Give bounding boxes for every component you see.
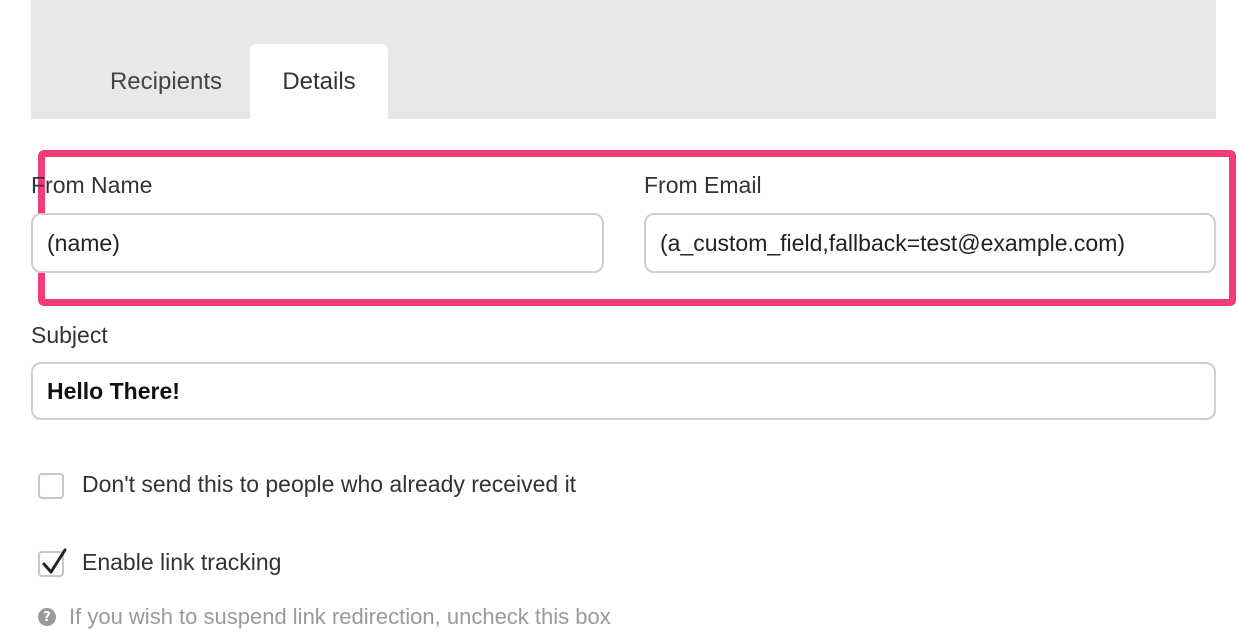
checkmark-icon	[42, 548, 67, 574]
info-icon: ?	[38, 608, 56, 626]
from-name-label: From Name	[31, 172, 153, 198]
from-name-input[interactable]: (name)	[31, 213, 604, 273]
from-email-input[interactable]: (a_custom_field,fallback=test@example.co…	[644, 213, 1216, 273]
link-redirection-hint: If you wish to suspend link redirection,…	[69, 604, 611, 629]
link-tracking-label[interactable]: Enable link tracking	[82, 549, 281, 576]
campaign-details-form: Recipients Details From Name (name) From…	[0, 0, 1239, 632]
from-email-label: From Email	[644, 172, 762, 198]
tab-recipients[interactable]: Recipients	[86, 44, 246, 119]
tab-bar: Recipients Details	[31, 0, 1216, 119]
dont-resend-checkbox[interactable]	[38, 473, 64, 499]
subject-label: Subject	[31, 322, 108, 348]
tab-details[interactable]: Details	[250, 44, 388, 119]
link-tracking-checkbox[interactable]	[38, 548, 67, 577]
subject-input[interactable]: Hello There!	[31, 362, 1216, 420]
dont-resend-label[interactable]: Don't send this to people who already re…	[82, 471, 576, 498]
